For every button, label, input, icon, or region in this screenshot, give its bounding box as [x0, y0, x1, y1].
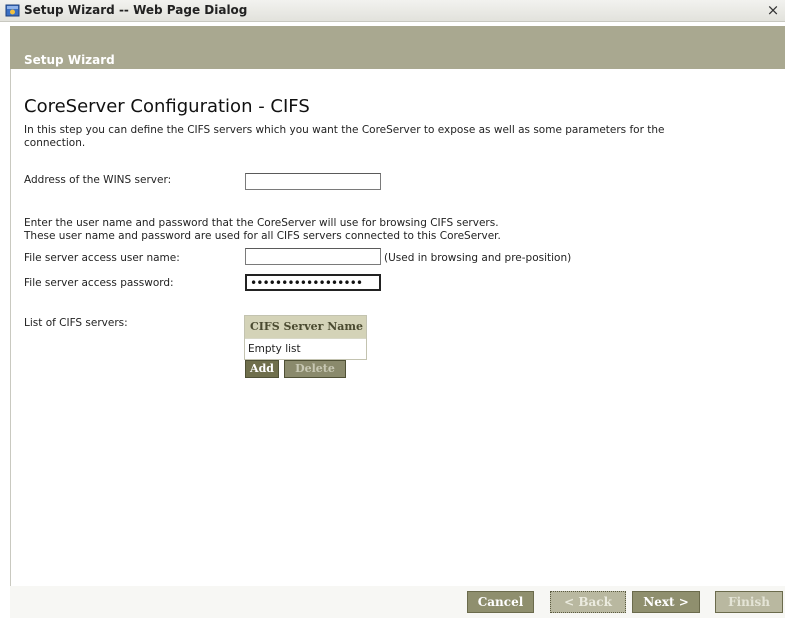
password-input[interactable]: ••••••••••••••••••: [245, 274, 381, 291]
cifs-list-label: List of CIFS servers:: [24, 317, 128, 329]
username-hint: (Used in browsing and pre-position): [384, 252, 572, 264]
add-server-button[interactable]: Add: [245, 360, 279, 378]
username-label: File server access user name:: [24, 252, 180, 264]
username-input[interactable]: [245, 248, 381, 265]
back-button[interactable]: < Back: [550, 591, 626, 613]
close-icon[interactable]: ×: [765, 1, 781, 20]
list-item: Empty list: [245, 338, 366, 359]
ie-dialog-icon: [5, 3, 20, 18]
credentials-note-line-1: Enter the user name and password that th…: [24, 217, 499, 229]
next-button[interactable]: Next >: [632, 591, 700, 613]
page-description: In this step you can define the CIFS ser…: [24, 124, 665, 149]
wins-label: Address of the WINS server:: [24, 174, 172, 186]
password-label: File server access password:: [24, 277, 174, 289]
finish-button[interactable]: Finish: [715, 591, 783, 613]
cifs-table-header: CIFS Server Name: [245, 316, 366, 338]
window-title: Setup Wizard -- Web Page Dialog: [24, 3, 248, 17]
wins-server-input[interactable]: [245, 173, 381, 190]
credentials-note-line-2: These user name and password are used fo…: [24, 230, 501, 242]
title-bar: Setup Wizard -- Web Page Dialog ×: [0, 0, 785, 22]
wizard-header: [10, 26, 785, 69]
wizard-header-title: Setup Wizard: [24, 53, 115, 67]
cancel-button[interactable]: Cancel: [467, 591, 534, 613]
cifs-server-table: CIFS Server Name Empty list: [244, 315, 367, 360]
page-title: CoreServer Configuration - CIFS: [24, 96, 310, 117]
delete-server-button[interactable]: Delete: [284, 360, 346, 378]
